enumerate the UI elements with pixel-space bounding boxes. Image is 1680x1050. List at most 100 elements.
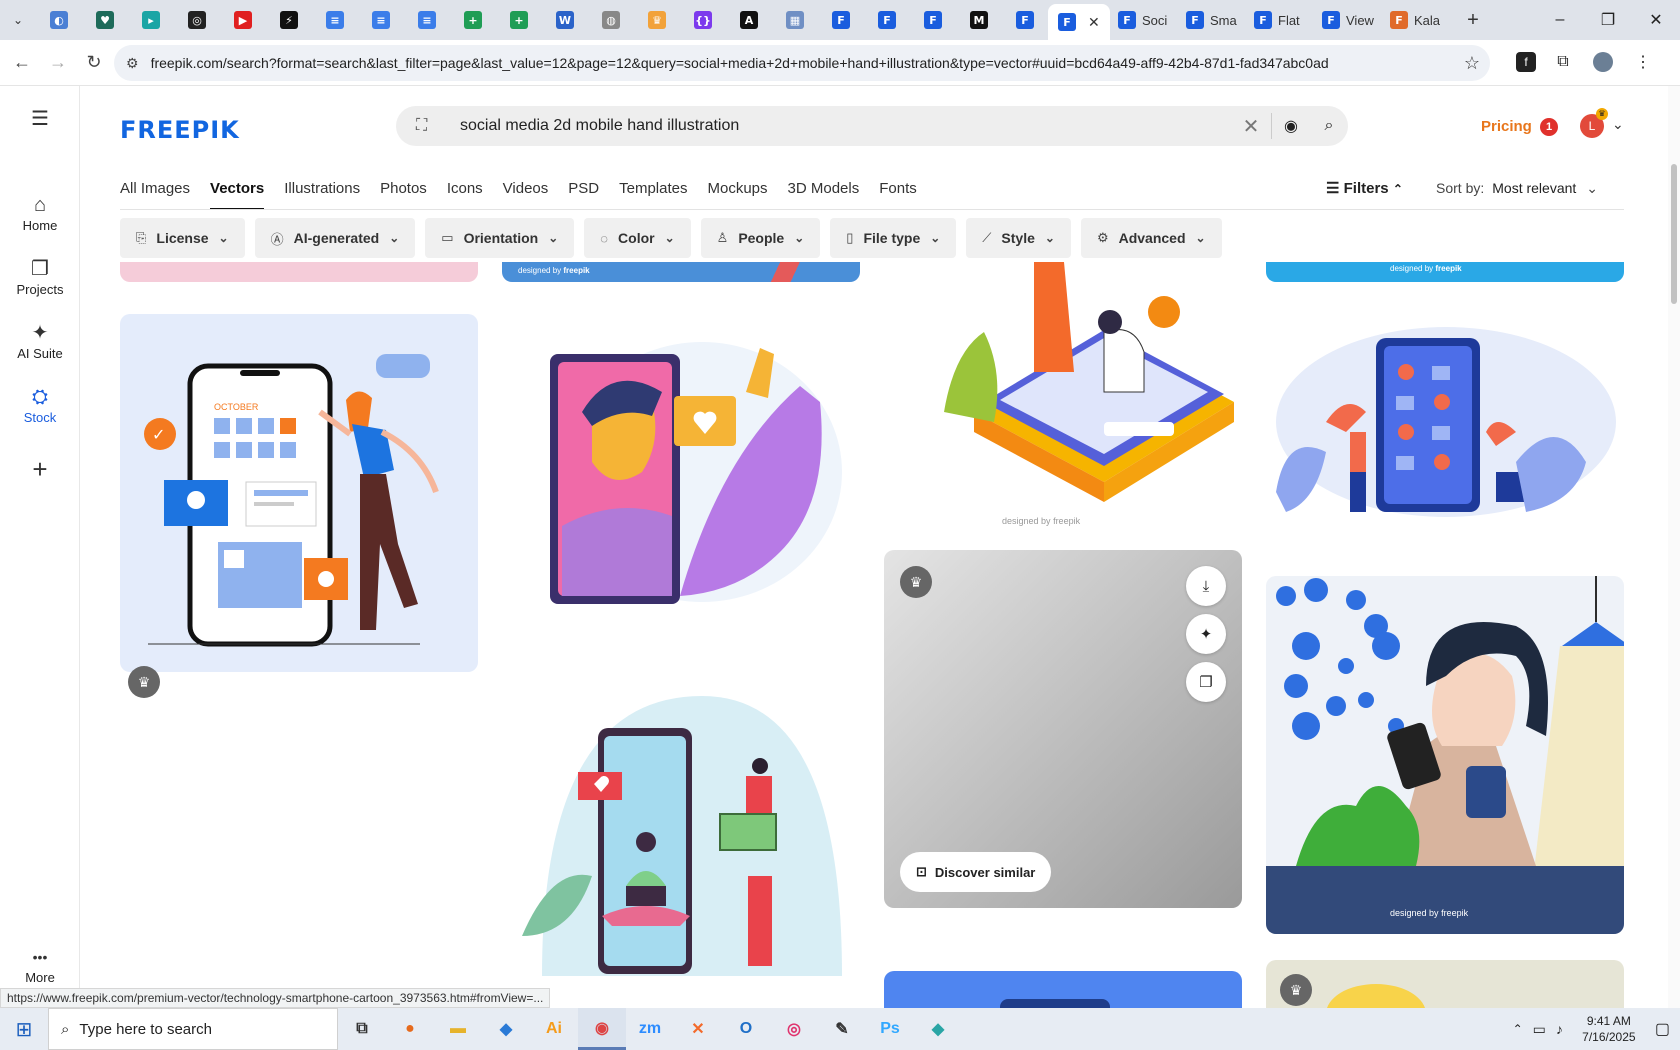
rail-add-button[interactable]: + <box>0 456 80 482</box>
result-card-phone-calendar[interactable]: OCTOBER ✓ <box>120 314 478 672</box>
browser-tab[interactable]: F <box>910 5 956 35</box>
browser-tab[interactable]: W <box>542 5 588 35</box>
browser-tab[interactable]: {} <box>680 5 726 35</box>
volume-icon[interactable]: ♪ <box>1556 1021 1563 1037</box>
reload-button[interactable]: ↻ <box>76 52 112 73</box>
taskbar-clock[interactable]: 9:41 AM 7/16/2025 <box>1573 1013 1645 1045</box>
result-card[interactable]: designed by freepik <box>1266 262 1624 282</box>
bookmark-star-icon[interactable]: ☆ <box>1464 53 1480 74</box>
pricing-link[interactable]: Pricing <box>1481 118 1532 135</box>
browser-tab[interactable]: M <box>956 5 1002 35</box>
rail-item-ai-suite[interactable]: ✦ AI Suite <box>0 320 80 361</box>
url-text[interactable]: freepik.com/search?format=search&last_fi… <box>151 55 1351 71</box>
tab-search-button[interactable]: ⌄ <box>0 5 36 35</box>
extensions-puzzle-icon[interactable]: ⧉ <box>1550 47 1576 77</box>
browser-menu-icon[interactable]: ⋮ <box>1630 47 1656 77</box>
scan-icon[interactable]: ⛶ <box>416 117 446 135</box>
browser-tab[interactable]: F Flat <box>1246 5 1314 35</box>
discover-similar-button[interactable]: ⊡ Discover similar <box>900 852 1052 892</box>
rail-item-more[interactable]: ••• More <box>0 944 80 985</box>
file-explorer-icon[interactable]: ▬ <box>434 1008 482 1050</box>
browser-tab[interactable]: A <box>726 5 772 35</box>
notifications-badge[interactable]: 1 <box>1540 118 1558 136</box>
browser-tab[interactable]: ◐ <box>36 5 82 35</box>
chevron-up-icon[interactable]: ⌃ <box>1513 1022 1523 1036</box>
site-settings-icon[interactable]: ⚙ <box>126 55 139 72</box>
notifications-icon[interactable]: ▢ <box>1655 1019 1670 1039</box>
result-card[interactable]: ♛ <box>1266 960 1624 1010</box>
browser-tab[interactable]: F Kala <box>1382 5 1450 35</box>
tab-fonts[interactable]: Fonts <box>879 172 917 210</box>
result-card[interactable] <box>884 971 1242 1010</box>
minimize-icon[interactable]: – <box>1536 11 1584 29</box>
browser-tab[interactable]: ♛ <box>634 5 680 35</box>
filter-chip-ai-generated[interactable]: Ⓐ AI-generated ⌄ <box>254 218 416 258</box>
profile-icon[interactable] <box>1590 47 1616 77</box>
chevron-down-icon[interactable]: ⌄ <box>1612 116 1624 133</box>
chrome-icon[interactable]: ◉ <box>578 1008 626 1050</box>
photoshop-icon[interactable]: Ps <box>866 1008 914 1050</box>
ai-sparkle-icon[interactable]: ✦ <box>1186 614 1226 654</box>
search-input[interactable]: social media 2d mobile hand illustration <box>460 117 1231 135</box>
rail-item-stock[interactable]: ⛭ Stock <box>0 384 80 425</box>
filter-chip-people[interactable]: ♙ People ⌄ <box>700 218 821 258</box>
scrollbar-thumb[interactable] <box>1671 164 1677 304</box>
browser-tab[interactable]: + <box>496 5 542 35</box>
browser-tab[interactable]: F Soci <box>1110 5 1178 35</box>
browser-tab[interactable]: F Sma <box>1178 5 1246 35</box>
tab-videos[interactable]: Videos <box>503 172 549 210</box>
browser-tab[interactable]: + <box>450 5 496 35</box>
search-bar[interactable]: ⛶ social media 2d mobile hand illustrati… <box>396 106 1348 146</box>
browser-tab[interactable]: ♥ <box>82 5 128 35</box>
result-card-tablet-people[interactable] <box>1266 322 1624 522</box>
save-to-collection-icon[interactable]: ❐ <box>1186 662 1226 702</box>
search-icon[interactable]: ⌕ <box>1310 117 1348 135</box>
result-card-phone-meditation[interactable] <box>502 676 860 976</box>
result-card[interactable] <box>120 262 478 282</box>
filter-chip-style[interactable]: ⟋ Style ⌄ <box>966 218 1071 258</box>
rail-item-home[interactable]: ⌂ Home <box>0 192 80 233</box>
tab-templates[interactable]: Templates <box>619 172 687 210</box>
vscode-icon[interactable]: ◆ <box>482 1008 530 1050</box>
tab-mockups[interactable]: Mockups <box>707 172 767 210</box>
browser-tab[interactable]: ≡ <box>358 5 404 35</box>
browser-tab-active[interactable]: F ✕ <box>1048 4 1110 40</box>
freepik-logo[interactable]: FREEPIK <box>120 116 240 144</box>
filters-toggle[interactable]: ☰ Filters ⌃ <box>1326 179 1403 197</box>
filter-chip-license[interactable]: ⎘ License ⌄ <box>120 218 245 258</box>
pen-tool-icon[interactable]: ✎ <box>818 1008 866 1050</box>
browser-tab[interactable]: F View <box>1314 5 1382 35</box>
page-scrollbar[interactable] <box>1668 86 1680 1008</box>
tab-all-images[interactable]: All Images <box>120 172 190 210</box>
outlook-icon[interactable]: O <box>722 1008 770 1050</box>
close-window-icon[interactable]: ✕ <box>1632 10 1680 30</box>
browser-tab[interactable]: F <box>864 5 910 35</box>
browser-tab[interactable]: ◎ <box>174 5 220 35</box>
browser-tab[interactable]: ≡ <box>312 5 358 35</box>
task-view-icon[interactable]: ⧉ <box>338 1008 386 1050</box>
result-card-hovered[interactable]: ♛ ⤓ ✦ ❐ ⊡ Discover similar <box>884 550 1242 908</box>
filter-chip-color[interactable]: ◌ Color ⌄ <box>584 218 691 258</box>
app-diamond-icon[interactable]: ◆ <box>914 1008 962 1050</box>
filter-chip-file-type[interactable]: ▯ File type ⌄ <box>830 218 957 258</box>
browser-tab[interactable]: ◍ <box>588 5 634 35</box>
taskbar-search[interactable]: ⌕ Type here to search <box>48 1008 338 1050</box>
maximize-icon[interactable]: ❐ <box>1584 10 1632 30</box>
xampp-icon[interactable]: ✕ <box>674 1008 722 1050</box>
browser-tab[interactable]: ▸ <box>128 5 174 35</box>
close-tab-icon[interactable]: ✕ <box>1088 14 1100 31</box>
creative-cloud-icon[interactable]: ◎ <box>770 1008 818 1050</box>
forward-button[interactable]: → <box>40 52 76 73</box>
windows-start-icon[interactable]: ⊞ <box>0 1008 48 1050</box>
browser-tab[interactable]: ⚡ <box>266 5 312 35</box>
rail-item-projects[interactable]: ❐ Projects <box>0 256 80 297</box>
extension-f-icon[interactable]: f <box>1516 52 1536 72</box>
url-box[interactable]: ⚙ freepik.com/search?format=search&last_… <box>114 45 1490 81</box>
zoom-icon[interactable]: zm <box>626 1008 674 1050</box>
browser-tab[interactable]: F <box>1002 5 1048 35</box>
tab-psd[interactable]: PSD <box>568 172 599 210</box>
filter-chip-orientation[interactable]: ▭ Orientation ⌄ <box>425 218 575 258</box>
browser-tab[interactable]: ▦ <box>772 5 818 35</box>
back-button[interactable]: ← <box>4 52 40 73</box>
tab-vectors[interactable]: Vectors <box>210 172 265 210</box>
